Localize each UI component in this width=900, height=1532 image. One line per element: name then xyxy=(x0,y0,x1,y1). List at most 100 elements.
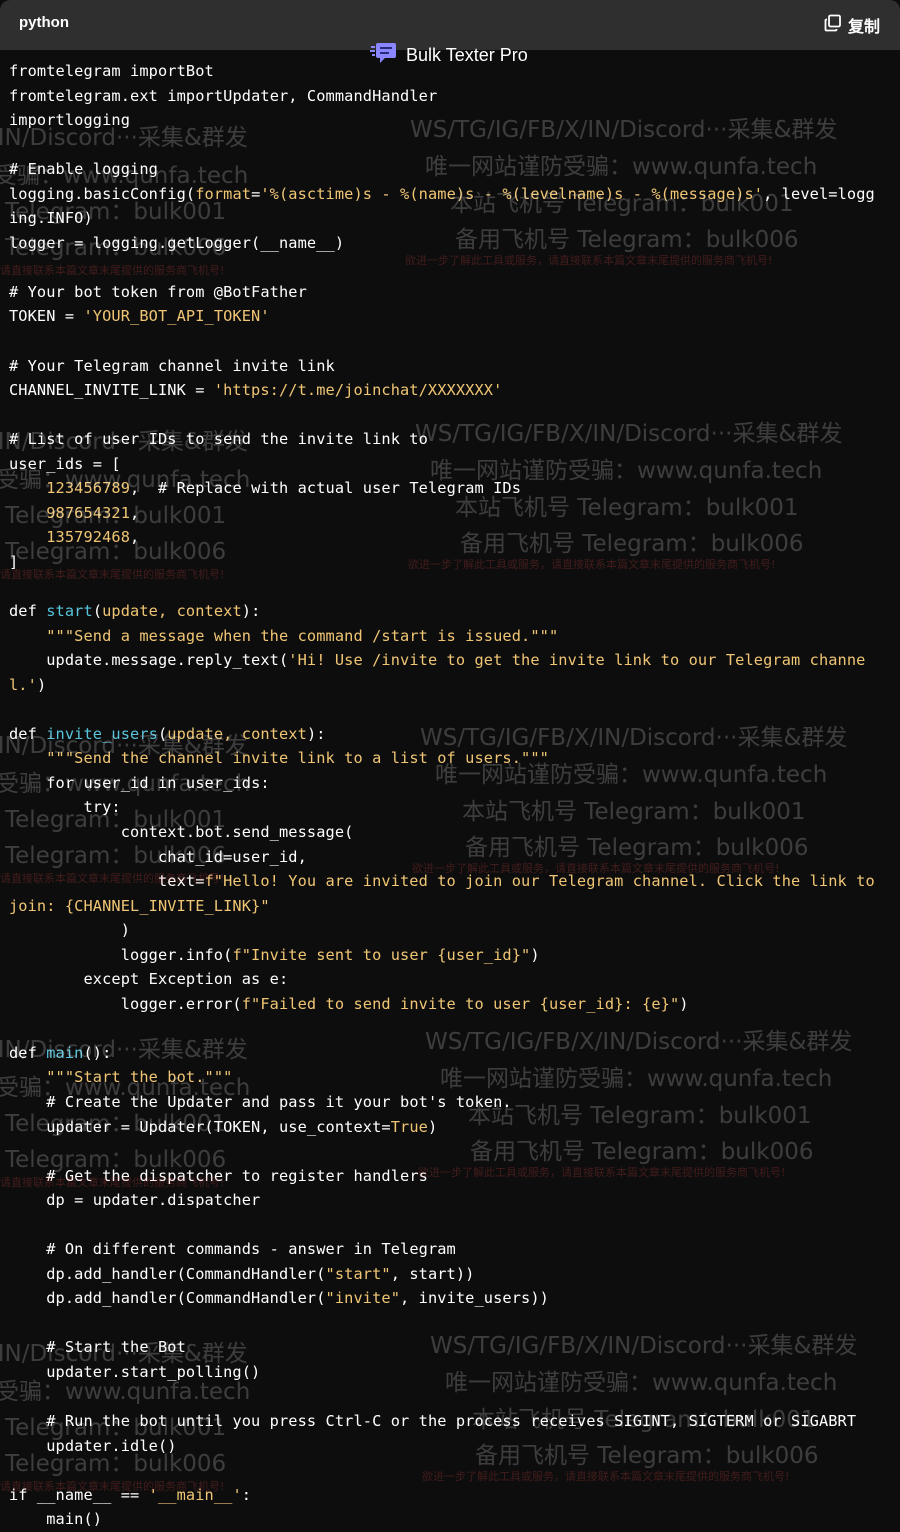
code-line: dp.add_handler(CommandHandler("invite", … xyxy=(0,1286,900,1311)
code-token: , # Replace with actual user Telegram ID… xyxy=(130,479,522,498)
code-token: f"Hello! You are invited to join our Tel… xyxy=(204,872,875,891)
code-line: 123456789, # Replace with actual user Te… xyxy=(0,476,900,501)
code-token: user_ids = [ xyxy=(9,454,121,473)
code-line: logging.basicConfig(format='%(asctime)s … xyxy=(0,182,900,207)
code-token: from xyxy=(9,86,47,105)
code-token: logger.info( xyxy=(9,945,233,964)
code-token: ( xyxy=(157,724,168,743)
code-line: # Enable logging xyxy=(0,157,900,182)
code-line: # Create the Updater and pass it your bo… xyxy=(0,1090,900,1115)
code-token: (): xyxy=(83,1043,112,1062)
code-token: telegram.ext xyxy=(46,86,168,105)
code-line: dp = updater.dispatcher xyxy=(0,1188,900,1213)
code-line: main() xyxy=(0,1507,900,1532)
code-token: 123456789 xyxy=(46,479,131,498)
code-token: ) xyxy=(9,921,131,940)
code-token: logger.error( xyxy=(9,994,242,1013)
code-token: try xyxy=(83,798,112,817)
code-token: # Enable logging xyxy=(9,160,158,179)
code-token: 135792468 xyxy=(46,528,131,547)
code-token: "start" xyxy=(325,1264,391,1283)
code-token: # Create the Updater and pass it your bo… xyxy=(46,1092,512,1111)
code-token: # Get the dispatcher to register handler… xyxy=(46,1166,428,1185)
code-token: updater.start_polling() xyxy=(9,1362,261,1381)
brand-name: Bulk Texter Pro xyxy=(406,44,528,65)
code-token: ): xyxy=(241,602,261,621)
code-token: # Your Telegram channel invite link xyxy=(9,356,335,375)
code-token: update.message.reply_text( xyxy=(9,651,289,670)
code-line: TOKEN = 'YOUR_BOT_API_TOKEN' xyxy=(0,304,900,329)
code-line: """Send a message when the command /star… xyxy=(0,624,900,649)
code-line: def invite_users(update, context): xyxy=(0,722,900,747)
code-token: """Start the bot.""" xyxy=(46,1068,233,1087)
code-token: l.' xyxy=(9,675,37,694)
code-line: try: xyxy=(0,795,900,820)
code-token: f"Invite sent to user {user_id}" xyxy=(232,945,531,964)
code-body: fromtelegram importBot fromtelegram.ext i… xyxy=(0,59,900,1532)
code-token: dp.add_handler(CommandHandler( xyxy=(9,1289,326,1308)
code-token: user_ids: xyxy=(176,773,270,792)
code-line: update.message.reply_text('Hi! Use /invi… xyxy=(0,648,900,673)
code-token: # Start the Bot xyxy=(46,1338,186,1357)
code-token: f"Failed to send invite to user {user_id… xyxy=(241,994,680,1013)
code-token: ): xyxy=(306,724,326,743)
code-line: ) xyxy=(0,918,900,943)
brand-overlay: Bulk Texter Pro xyxy=(370,42,528,68)
code-line: join: {CHANNEL_INVITE_LINK}" xyxy=(0,894,900,919)
code-token: def xyxy=(9,602,37,621)
code-token: , xyxy=(130,503,140,522)
code-token: import xyxy=(130,62,186,80)
code-token: import xyxy=(167,86,224,105)
code-token: CHANNEL_INVITE_LINK = xyxy=(9,381,214,400)
code-line: 135792468, xyxy=(0,525,900,550)
code-token: # List of user IDs to send the invite li… xyxy=(9,430,428,449)
code-token: True xyxy=(390,1117,428,1136)
code-token: __name__ == xyxy=(27,1485,149,1504)
code-line: logger.info(f"Invite sent to user {user_… xyxy=(0,943,900,968)
code-token: Updater, CommandHandler xyxy=(223,86,438,105)
code-token: updater.idle() xyxy=(9,1436,177,1455)
code-token: from xyxy=(9,62,47,80)
code-line: for user_id in user_ids: xyxy=(0,771,900,796)
copy-button[interactable]: 复制 xyxy=(824,12,880,38)
code-token: chat_id=user_id, xyxy=(9,847,307,866)
code-line: ] xyxy=(0,550,900,575)
code-token: join: {CHANNEL_INVITE_LINK}" xyxy=(9,896,270,915)
code-token: if xyxy=(9,1485,28,1504)
code-line: # Your Telegram channel invite link xyxy=(0,354,900,379)
code-token: ) xyxy=(679,994,689,1013)
code-token: '__main__' xyxy=(148,1485,242,1504)
code-line: updater.idle() xyxy=(0,1434,900,1459)
code-line: 987654321, xyxy=(0,501,900,526)
code-token: text= xyxy=(9,872,205,891)
code-token: e: xyxy=(260,970,289,989)
code-line: # Your bot token from @BotFather xyxy=(0,280,900,305)
code-token: user_id xyxy=(74,773,158,792)
code-token: for xyxy=(46,773,75,792)
code-line: user_ids = [ xyxy=(0,452,900,477)
code-token: ing.INFO) xyxy=(9,209,93,228)
code-line: """Send the channel invite link to a lis… xyxy=(0,746,900,771)
code-token: = xyxy=(251,184,261,203)
code-token: : xyxy=(241,1485,252,1504)
code-token: context.bot.send_message( xyxy=(9,822,354,841)
code-token: ( xyxy=(92,602,103,621)
code-token: format xyxy=(195,184,252,203)
code-line: # On different commands - answer in Tele… xyxy=(0,1237,900,1262)
code-line: context.bot.send_message( xyxy=(0,820,900,845)
code-line: l.') xyxy=(0,673,900,698)
